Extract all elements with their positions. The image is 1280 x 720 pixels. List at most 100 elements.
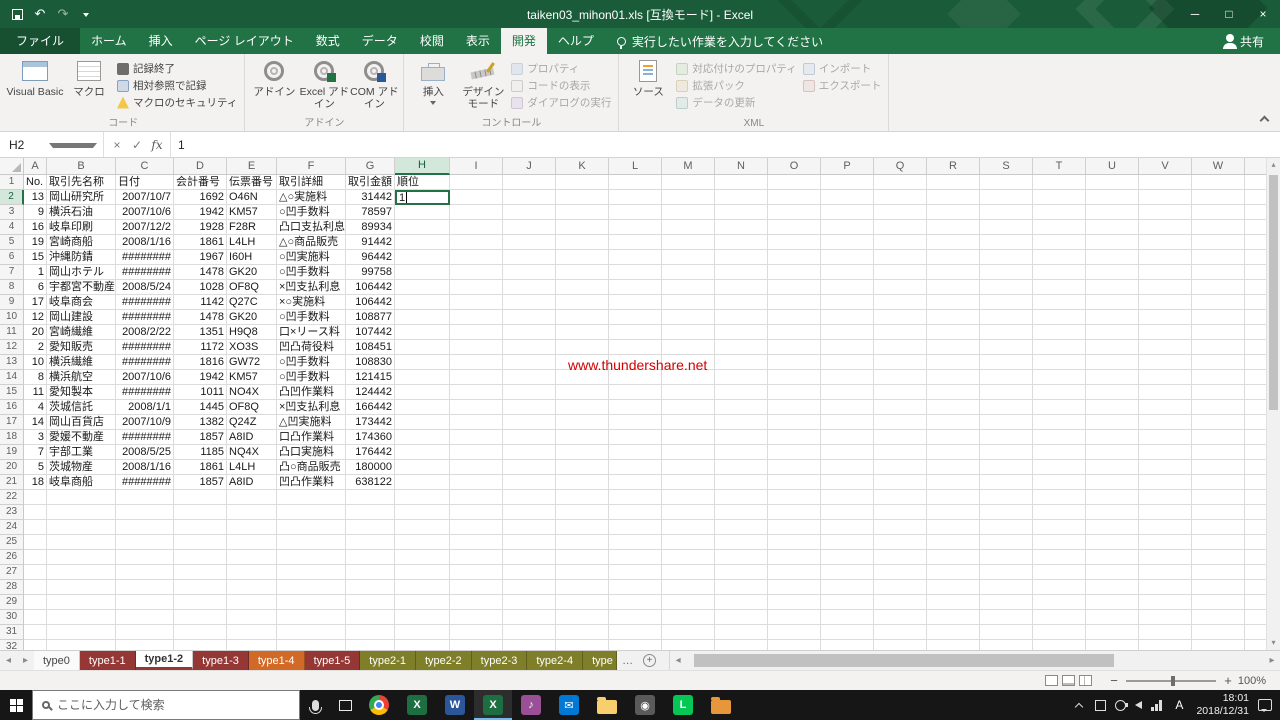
cell-O7[interactable] xyxy=(768,265,821,280)
cell-U19[interactable] xyxy=(1086,445,1139,460)
cell-S9[interactable] xyxy=(980,295,1033,310)
cell-O12[interactable] xyxy=(768,340,821,355)
cell-C4[interactable]: 2007/12/2 xyxy=(116,220,174,235)
cell-S23[interactable] xyxy=(980,505,1033,520)
cell-R23[interactable] xyxy=(927,505,980,520)
ime-indicator[interactable]: A xyxy=(1171,698,1187,712)
cell-U10[interactable] xyxy=(1086,310,1139,325)
cell-K26[interactable] xyxy=(556,550,609,565)
row-header-25[interactable]: 25 xyxy=(0,535,24,550)
cell-R24[interactable] xyxy=(927,520,980,535)
page-break-view-button[interactable] xyxy=(1079,675,1092,686)
cell-C17[interactable]: 2007/10/9 xyxy=(116,415,174,430)
cell-N17[interactable] xyxy=(715,415,768,430)
search-input[interactable] xyxy=(57,698,290,712)
cell-S4[interactable] xyxy=(980,220,1033,235)
cell-E24[interactable] xyxy=(227,520,277,535)
maximize-button[interactable]: □ xyxy=(1212,0,1246,28)
cell-P1[interactable] xyxy=(821,175,874,190)
cell-N30[interactable] xyxy=(715,610,768,625)
cell-X11[interactable] xyxy=(1245,325,1266,340)
cell-W5[interactable] xyxy=(1192,235,1245,250)
cell-K30[interactable] xyxy=(556,610,609,625)
cell-H9[interactable] xyxy=(395,295,450,310)
cell-C10[interactable]: ######## xyxy=(116,310,174,325)
cell-Q17[interactable] xyxy=(874,415,927,430)
cell-G11[interactable]: 107442 xyxy=(346,325,395,340)
cell-B28[interactable] xyxy=(47,580,116,595)
cell-F14[interactable]: ○凹手数料 xyxy=(277,370,346,385)
cell-U9[interactable] xyxy=(1086,295,1139,310)
cell-H18[interactable] xyxy=(395,430,450,445)
cell-P9[interactable] xyxy=(821,295,874,310)
row-header-26[interactable]: 26 xyxy=(0,550,24,565)
row-header-32[interactable]: 32 xyxy=(0,640,24,650)
cell-A8[interactable]: 6 xyxy=(24,280,47,295)
cell-V25[interactable] xyxy=(1139,535,1192,550)
cell-S20[interactable] xyxy=(980,460,1033,475)
cell-C1[interactable]: 日付 xyxy=(116,175,174,190)
cell-E4[interactable]: F28R xyxy=(227,220,277,235)
cell-E18[interactable]: A8ID xyxy=(227,430,277,445)
cell-B5[interactable]: 宮崎商船 xyxy=(47,235,116,250)
cell-U6[interactable] xyxy=(1086,250,1139,265)
ribbon-tab-ヘルプ[interactable]: ヘルプ xyxy=(547,28,605,54)
cell-W6[interactable] xyxy=(1192,250,1245,265)
cell-X30[interactable] xyxy=(1245,610,1266,625)
cell-V8[interactable] xyxy=(1139,280,1192,295)
formula-input[interactable]: 1 xyxy=(171,132,1280,157)
cell-B9[interactable]: 岐阜商会 xyxy=(47,295,116,310)
cell-W26[interactable] xyxy=(1192,550,1245,565)
cell-A6[interactable]: 15 xyxy=(24,250,47,265)
cell-L9[interactable] xyxy=(609,295,662,310)
column-header-L[interactable]: L xyxy=(609,158,662,175)
excel-addins-button[interactable]: Excel アドイン xyxy=(299,55,349,116)
cell-L10[interactable] xyxy=(609,310,662,325)
cell-V3[interactable] xyxy=(1139,205,1192,220)
cell-A12[interactable]: 2 xyxy=(24,340,47,355)
cell-A32[interactable] xyxy=(24,640,47,650)
cell-V12[interactable] xyxy=(1139,340,1192,355)
cell-F32[interactable] xyxy=(277,640,346,650)
cell-C6[interactable]: ######## xyxy=(116,250,174,265)
cell-T4[interactable] xyxy=(1033,220,1086,235)
row-header-2[interactable]: 2 xyxy=(0,190,24,205)
zoom-slider[interactable] xyxy=(1126,680,1216,682)
cell-C31[interactable] xyxy=(116,625,174,640)
cell-E28[interactable] xyxy=(227,580,277,595)
cell-L7[interactable] xyxy=(609,265,662,280)
cell-X27[interactable] xyxy=(1245,565,1266,580)
cell-B11[interactable]: 宮崎繊維 xyxy=(47,325,116,340)
cell-H26[interactable] xyxy=(395,550,450,565)
cell-U30[interactable] xyxy=(1086,610,1139,625)
taskbar-app-folder[interactable] xyxy=(702,690,740,720)
zoom-out-button[interactable]: − xyxy=(1106,673,1122,688)
cell-M17[interactable] xyxy=(662,415,715,430)
row-header-5[interactable]: 5 xyxy=(0,235,24,250)
cell-V4[interactable] xyxy=(1139,220,1192,235)
cell-A16[interactable]: 4 xyxy=(24,400,47,415)
cell-P6[interactable] xyxy=(821,250,874,265)
cell-I19[interactable] xyxy=(450,445,503,460)
cell-G6[interactable]: 96442 xyxy=(346,250,395,265)
cell-T29[interactable] xyxy=(1033,595,1086,610)
cell-I27[interactable] xyxy=(450,565,503,580)
cell-A13[interactable]: 10 xyxy=(24,355,47,370)
cell-U16[interactable] xyxy=(1086,400,1139,415)
cell-N4[interactable] xyxy=(715,220,768,235)
cell-A7[interactable]: 1 xyxy=(24,265,47,280)
cell-A17[interactable]: 14 xyxy=(24,415,47,430)
cell-H27[interactable] xyxy=(395,565,450,580)
cell-W15[interactable] xyxy=(1192,385,1245,400)
cell-P8[interactable] xyxy=(821,280,874,295)
cell-Q31[interactable] xyxy=(874,625,927,640)
taskbar-app-media[interactable]: ◉ xyxy=(626,690,664,720)
cell-U29[interactable] xyxy=(1086,595,1139,610)
cell-J18[interactable] xyxy=(503,430,556,445)
cell-C2[interactable]: 2007/10/7 xyxy=(116,190,174,205)
cell-F8[interactable]: ×凹支払利息 xyxy=(277,280,346,295)
column-header-J[interactable]: J xyxy=(503,158,556,175)
cell-N25[interactable] xyxy=(715,535,768,550)
cell-N13[interactable] xyxy=(715,355,768,370)
cell-J9[interactable] xyxy=(503,295,556,310)
